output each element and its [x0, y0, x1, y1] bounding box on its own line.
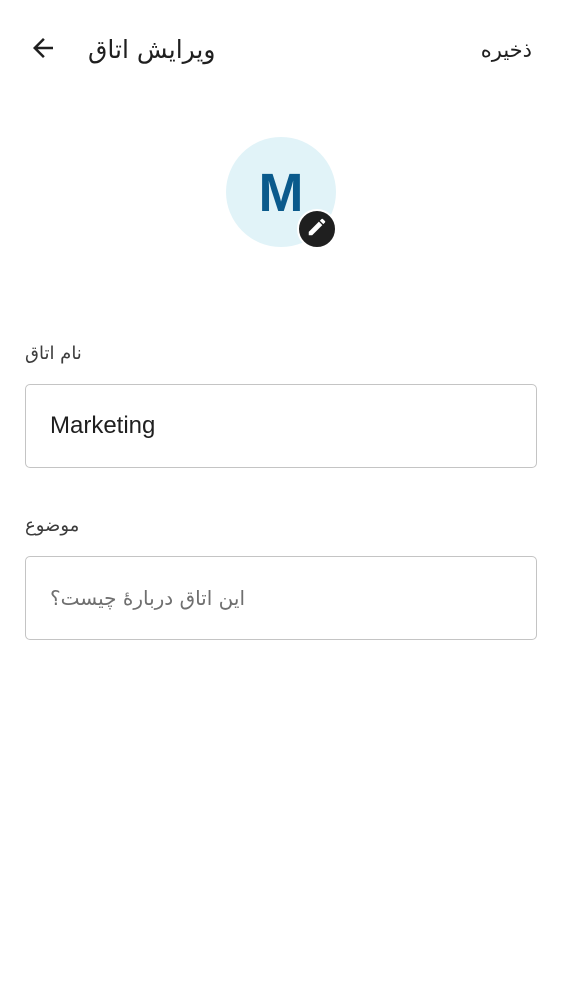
arrow-back-icon	[28, 33, 58, 67]
save-button[interactable]: ذخیره	[481, 30, 532, 70]
room-name-input[interactable]: Marketing	[25, 384, 537, 468]
topic-input[interactable]: این اتاق دربارهٔ چیست؟	[25, 556, 537, 640]
topic-label: موضوع	[25, 515, 80, 536]
pencil-icon	[306, 216, 328, 242]
back-button[interactable]	[18, 25, 68, 75]
topic-placeholder: این اتاق دربارهٔ چیست؟	[50, 586, 246, 610]
edit-room-screen: ویرایش اتاق ذخیره M نام اتاق Marketing م…	[0, 0, 562, 1000]
avatar-letter: M	[258, 163, 304, 223]
edit-avatar-button[interactable]	[297, 209, 337, 249]
room-name-label: نام اتاق	[25, 343, 82, 364]
page-title: ویرایش اتاق	[88, 35, 216, 64]
room-name-value: Marketing	[50, 412, 156, 439]
top-app-bar: ویرایش اتاق ذخیره	[0, 0, 562, 100]
